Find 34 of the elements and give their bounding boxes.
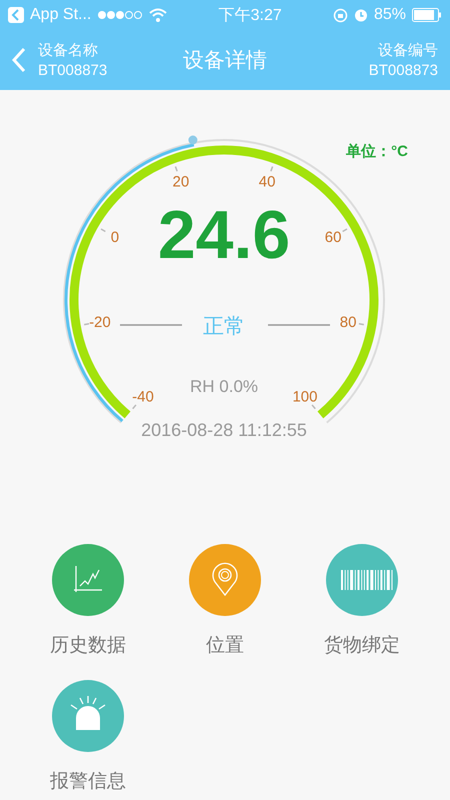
unit-label: 单位：°C [346, 142, 408, 161]
temperature-value: 24.6 [158, 197, 290, 273]
barcode-icon [341, 570, 392, 590]
page-title: 设备详情 [183, 48, 267, 74]
back-icon[interactable] [12, 47, 26, 73]
line-chart-icon [73, 565, 103, 593]
timestamp: 2016-08-28 11:12:55 [141, 420, 307, 440]
rotation-lock-icon [332, 8, 348, 22]
scale-label: 0 [110, 229, 120, 246]
action-label[interactable]: 报警信息 [50, 768, 126, 794]
scale-label: 100 [292, 388, 318, 406]
humidity-reading: RH 0.0% [190, 377, 258, 396]
device-name-label: 设备名称 [38, 41, 99, 60]
signal-icon [97, 10, 144, 20]
battery-percent: 85% [374, 6, 406, 24]
device-name-value: BT008873 [38, 62, 108, 79]
alarm-icon [354, 8, 368, 22]
map-pin-icon [212, 562, 238, 596]
action-label[interactable]: 位置 [206, 632, 244, 658]
clock-time: 下午3:27 [218, 6, 282, 26]
action-label[interactable]: 历史数据 [50, 632, 126, 658]
scale-label: 60 [324, 229, 342, 246]
scale-label: -40 [132, 388, 154, 406]
device-number-label: 设备编号 [378, 41, 438, 60]
scale-label: -20 [89, 314, 111, 331]
action-label[interactable]: 货物绑定 [324, 632, 400, 658]
siren-icon [70, 695, 106, 730]
scale-label: 40 [258, 174, 276, 191]
battery-icon [412, 8, 442, 22]
wifi-icon [149, 8, 168, 22]
status-label: 正常 [203, 315, 245, 338]
scale-label: 20 [172, 174, 190, 191]
device-number-value: BT008873 [368, 62, 438, 79]
scale-label: 80 [340, 314, 356, 331]
